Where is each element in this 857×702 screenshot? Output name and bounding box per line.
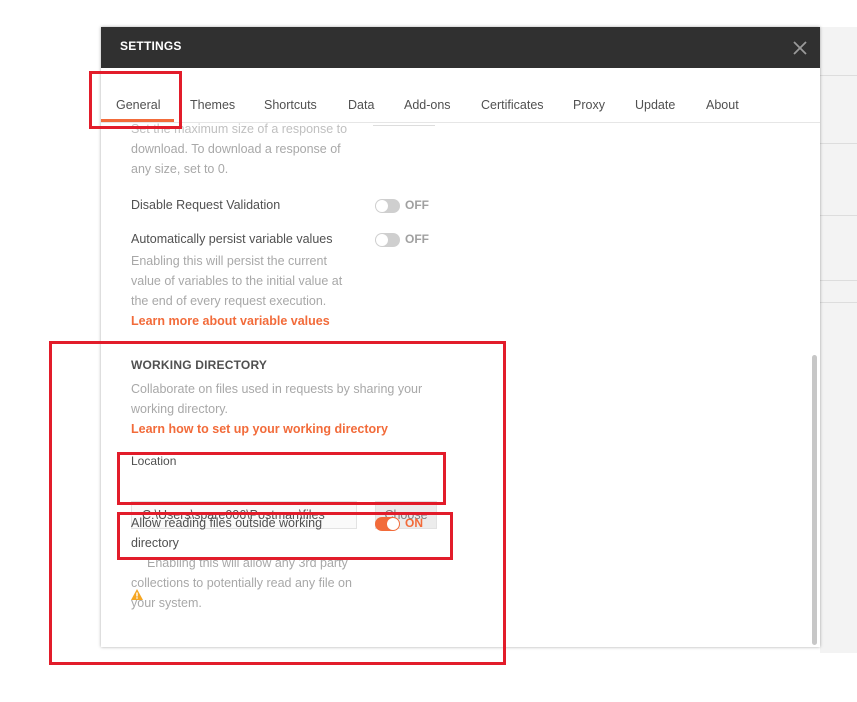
request-validation-state: OFF [405, 198, 429, 212]
variable-values-link[interactable]: Learn more about variable values [131, 314, 330, 328]
response-size-description: Set the maximum size of a response to [131, 123, 348, 136]
tab-update[interactable]: Update [635, 98, 675, 112]
request-validation-toggle[interactable] [375, 199, 400, 213]
scrollbar-thumb[interactable] [812, 355, 817, 645]
tab-certificates[interactable]: Certificates [481, 98, 544, 112]
persist-variables-description: the end of every request execution. [131, 294, 327, 308]
tab-proxy[interactable]: Proxy [573, 98, 605, 112]
settings-tabs: General Themes Shortcuts Data Add-ons Ce… [101, 68, 820, 123]
background-divider [820, 215, 857, 216]
working-directory-link[interactable]: Learn how to set up your working directo… [131, 422, 388, 436]
background-divider [820, 280, 857, 281]
persist-variables-label: Automatically persist variable values [131, 232, 333, 246]
tab-about[interactable]: About [706, 98, 739, 112]
response-size-description: any size, set to 0. [131, 162, 229, 176]
persist-variables-toggle[interactable] [375, 233, 400, 247]
response-size-description: download. To download a response of [131, 142, 341, 156]
background-divider [820, 143, 857, 144]
tab-add-ons[interactable]: Add-ons [404, 98, 451, 112]
tab-shortcuts[interactable]: Shortcuts [264, 98, 317, 112]
request-validation-label: Disable Request Validation [131, 198, 281, 212]
persist-variables-description: value of variables to the initial value … [131, 274, 343, 288]
dialog-title: SETTINGS [120, 39, 182, 53]
persist-variables-state: OFF [405, 232, 429, 246]
background-divider [820, 302, 857, 303]
tab-data[interactable]: Data [348, 98, 374, 112]
working-directory-description: working directory. [131, 402, 229, 416]
outside-files-toggle[interactable] [375, 517, 400, 531]
tab-themes[interactable]: Themes [190, 98, 235, 112]
outside-files-warning: collections to potentially read any file… [131, 576, 352, 590]
location-label: Location [131, 454, 177, 468]
outside-files-label: directory [131, 536, 179, 550]
working-directory-heading: WORKING DIRECTORY [131, 358, 268, 372]
dialog-header: SETTINGS [101, 27, 820, 68]
active-tab-indicator [101, 119, 174, 122]
settings-dialog: SETTINGS General Themes Shortcuts Data A… [101, 27, 820, 647]
background-window-edge [820, 27, 857, 653]
persist-variables-description: Enabling this will persist the current [131, 254, 327, 268]
outside-files-warning: your system. [131, 596, 202, 610]
max-response-size-input[interactable] [373, 123, 435, 126]
working-directory-description: Collaborate on files used in requests by… [131, 382, 423, 396]
outside-files-label: Allow reading files outside working [131, 516, 323, 530]
background-divider [820, 75, 857, 76]
general-settings-panel: Set the maximum size of a response to do… [101, 123, 820, 647]
outside-files-state: ON [405, 516, 423, 530]
close-icon[interactable] [789, 37, 811, 59]
outside-files-warning: Enabling this will allow any 3rd party [147, 556, 348, 570]
tab-general[interactable]: General [116, 98, 160, 112]
